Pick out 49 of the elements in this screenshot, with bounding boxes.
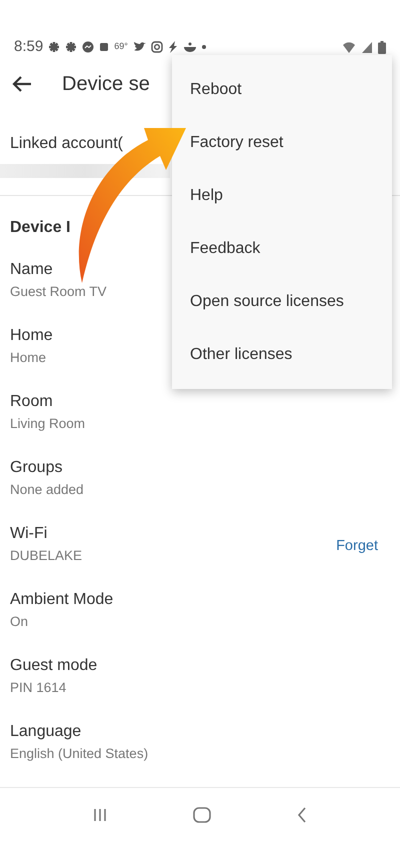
- setting-label: Room: [10, 392, 54, 412]
- setting-label: Wi-Fi: [10, 524, 48, 544]
- settings-row[interactable]: Groups None added: [10, 448, 390, 514]
- settings-row[interactable]: Wi-Fi DUBELAKE Forget: [10, 514, 390, 580]
- section-heading: Device I: [10, 218, 70, 238]
- setting-value: Home: [10, 349, 48, 367]
- home-icon[interactable]: [193, 807, 211, 823]
- settings-row[interactable]: Ambient Mode On: [10, 580, 390, 646]
- page-title: Device se: [62, 72, 150, 97]
- menu-item[interactable]: Factory reset: [190, 116, 284, 169]
- notification-icon: [48, 41, 60, 53]
- section-label: Linked account(: [10, 134, 123, 154]
- setting-value: On: [10, 613, 30, 631]
- menu-item[interactable]: Other licenses: [190, 328, 292, 381]
- menu-item[interactable]: Open source licenses: [190, 275, 344, 328]
- notification-icon: [65, 41, 78, 53]
- bowl-icon: [182, 41, 197, 53]
- square-icon: [99, 42, 110, 52]
- back-arrow-icon: [12, 74, 32, 93]
- clock-time: 8:59: [14, 36, 44, 57]
- settings-row[interactable]: Language English (United States): [10, 712, 390, 778]
- menu-item[interactable]: Help: [190, 169, 223, 222]
- setting-label: Language: [10, 722, 82, 742]
- forget-link[interactable]: Forget: [336, 536, 378, 558]
- menu-item[interactable]: Feedback: [190, 222, 260, 275]
- dot-icon: [202, 45, 206, 49]
- recent-apps-icon[interactable]: [93, 808, 107, 822]
- setting-label: Home: [10, 326, 53, 346]
- setting-value: DUBELAKE: [10, 547, 82, 565]
- setting-value: PIN 1614: [10, 679, 68, 697]
- setting-value: None added: [10, 481, 84, 499]
- battery-icon: [378, 40, 386, 54]
- setting-label: Guest mode: [10, 656, 98, 676]
- menu-item[interactable]: Reboot: [190, 63, 242, 116]
- bird-icon: [132, 41, 146, 53]
- wifi-icon: [342, 40, 356, 54]
- settings-row[interactable]: Guest mode PIN 1614: [10, 646, 390, 712]
- back-icon[interactable]: [297, 807, 307, 823]
- camera-icon: [150, 41, 163, 53]
- temperature: 69°: [114, 40, 128, 54]
- signal-icon: [361, 41, 373, 53]
- bolt-icon: [168, 41, 178, 53]
- setting-value: Guest Room TV: [10, 283, 107, 301]
- setting-value: Living Room: [10, 415, 86, 433]
- messenger-icon: [82, 41, 94, 53]
- setting-label: Ambient Mode: [10, 590, 114, 610]
- setting-label: Groups: [10, 458, 64, 478]
- setting-value: English (United States): [10, 745, 148, 763]
- setting-label: Name: [10, 260, 54, 280]
